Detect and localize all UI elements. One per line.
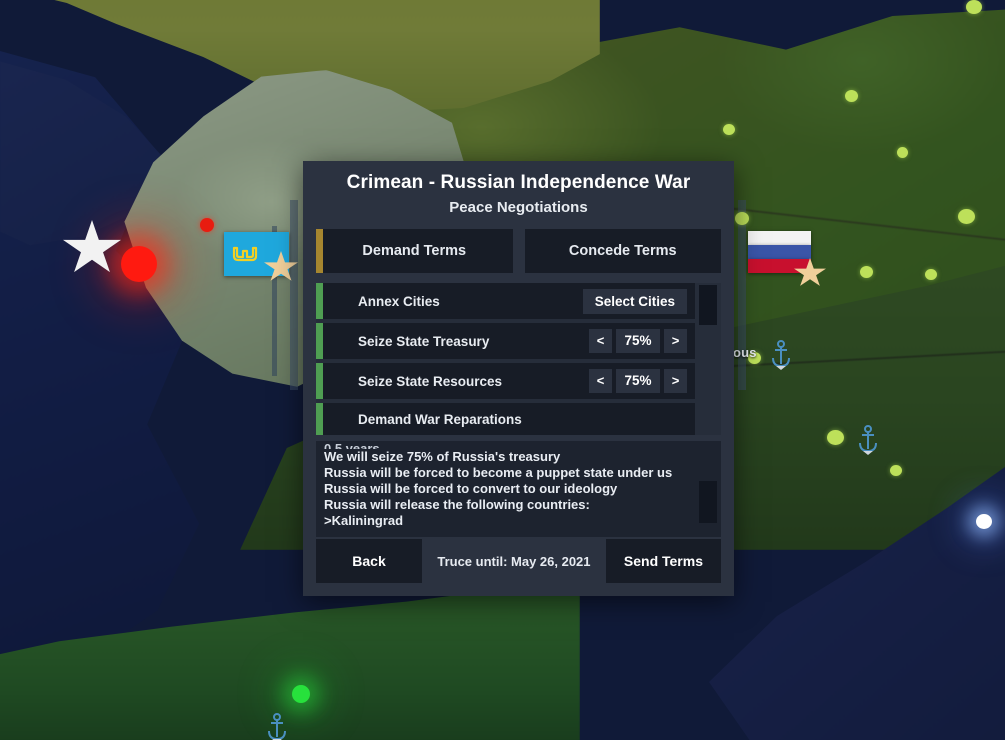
summary-scrollbar-thumb[interactable] <box>699 481 717 523</box>
anchor-icon[interactable] <box>770 340 792 370</box>
tab-concede-terms[interactable]: Concede Terms <box>524 229 721 273</box>
summary-line: Russia will be forced to become a puppet… <box>324 465 673 480</box>
tab-bar: Demand Terms Concede Terms <box>303 229 734 273</box>
term-row-demand-war-reparations[interactable]: Demand War Reparations <box>316 403 695 435</box>
treasury-increase-button[interactable]: > <box>664 329 687 353</box>
send-terms-button[interactable]: Send Terms <box>605 539 721 583</box>
summary-line: Russia will be forced to convert to our … <box>324 481 618 496</box>
map-province-label: ous <box>733 345 757 360</box>
terms-scrollbar-thumb[interactable] <box>699 285 717 325</box>
crimea-capital-star-icon[interactable] <box>264 251 298 283</box>
friendly-marker[interactable] <box>292 685 310 703</box>
term-row-seize-state-treasury[interactable]: Seize State Treasury < 75% > <box>316 323 695 359</box>
dialog-subtitle: Peace Negotiations <box>449 199 588 216</box>
terms-list: Annex Cities Select Cities Seize State T… <box>316 283 695 435</box>
anchor-icon[interactable] <box>857 425 879 455</box>
city-dot[interactable] <box>735 212 749 225</box>
city-dot[interactable] <box>723 124 735 135</box>
city-dot[interactable] <box>897 147 908 158</box>
term-control: < 75% > <box>589 369 687 393</box>
city-dot[interactable] <box>958 209 975 224</box>
battle-marker[interactable] <box>121 246 157 282</box>
battle-marker[interactable] <box>200 218 214 232</box>
summary-line: Russia will release the following countr… <box>324 497 590 512</box>
map-strip <box>290 200 298 390</box>
term-label: Annex Cities <box>358 293 440 309</box>
city-dot[interactable] <box>860 266 873 278</box>
terms-list-container: Annex Cities Select Cities Seize State T… <box>316 283 721 435</box>
summary-line: >Kaliningrad <box>324 513 404 528</box>
dialog-footer: Back Truce until: May 26, 2021 Send Term… <box>303 539 734 596</box>
dialog-title: Crimean - Russian Independence War <box>346 172 691 193</box>
summary-line: 0.5 years <box>324 441 380 449</box>
city-dot[interactable] <box>890 465 902 476</box>
tab-concede-terms-label: Concede Terms <box>568 243 677 259</box>
treasury-decrease-button[interactable]: < <box>589 329 612 353</box>
terms-summary-container: 0.5 years We will seize 75% of Russia's … <box>316 441 721 537</box>
resources-decrease-button[interactable]: < <box>589 369 612 393</box>
treasury-value: 75% <box>616 329 660 353</box>
city-dot[interactable] <box>966 0 982 14</box>
truce-until-label: Truce until: May 26, 2021 <box>437 553 591 569</box>
dialog-header: Crimean - Russian Independence War Peace… <box>303 161 734 225</box>
russia-capital-star-icon[interactable] <box>794 258 826 288</box>
tab-demand-terms[interactable]: Demand Terms <box>316 229 513 273</box>
map-strip <box>738 200 746 390</box>
term-control: Select Cities <box>582 288 687 314</box>
back-button[interactable]: Back <box>316 539 422 583</box>
term-label: Demand War Reparations <box>358 411 522 427</box>
summary-line: We will seize 75% of Russia's treasury <box>324 449 561 464</box>
term-control: < 75% > <box>589 329 687 353</box>
tab-demand-terms-label: Demand Terms <box>362 243 467 259</box>
term-label: Seize State Resources <box>358 373 503 389</box>
term-row-seize-state-resources[interactable]: Seize State Resources < 75% > <box>316 363 695 399</box>
resources-value: 75% <box>616 369 660 393</box>
terms-summary-text: 0.5 years We will seize 75% of Russia's … <box>316 441 695 537</box>
anchor-icon[interactable] <box>266 713 288 740</box>
resources-increase-button[interactable]: > <box>664 369 687 393</box>
terms-scrollbar[interactable] <box>695 283 721 435</box>
city-dot[interactable] <box>827 430 844 445</box>
tamga-symbol-icon <box>232 246 258 262</box>
select-cities-button[interactable]: Select Cities <box>582 288 687 314</box>
term-label: Seize State Treasury <box>358 333 490 349</box>
term-row-annex-cities[interactable]: Annex Cities Select Cities <box>316 283 695 319</box>
summary-scrollbar[interactable] <box>695 441 721 537</box>
peace-negotiations-dialog: Crimean - Russian Independence War Peace… <box>303 161 734 596</box>
naval-marker[interactable] <box>976 514 992 529</box>
city-dot[interactable] <box>925 269 937 280</box>
city-dot[interactable] <box>845 90 858 102</box>
